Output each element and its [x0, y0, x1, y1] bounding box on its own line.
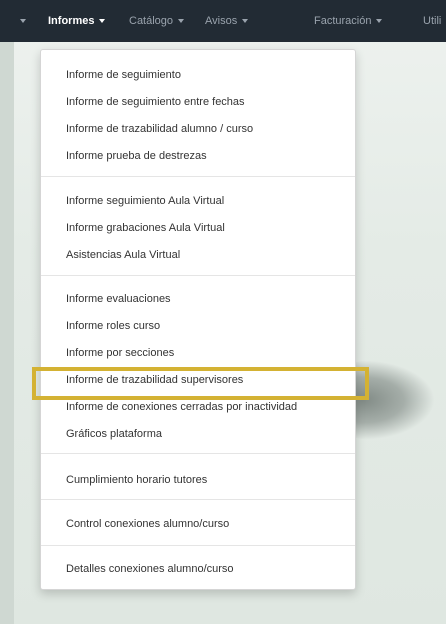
nav-caret-left[interactable] [20, 0, 26, 42]
menu-item-graficos-plataforma[interactable]: Gráficos plataforma [66, 427, 162, 441]
menu-item-informe-grabaciones-aula-virtual[interactable]: Informe grabaciones Aula Virtual [66, 221, 225, 235]
chevron-down-icon [376, 19, 383, 23]
nav-item-utilidades[interactable]: Utili [423, 0, 441, 42]
nav-item-label: Facturación [314, 15, 372, 27]
nav-item-catalogo[interactable]: Catálogo [129, 0, 185, 42]
menu-item-informe-por-secciones[interactable]: Informe por secciones [66, 346, 174, 360]
menu-divider [41, 545, 355, 546]
nav-item-label: Informes [48, 15, 95, 27]
menu-item-cumplimiento-horario-tutores[interactable]: Cumplimiento horario tutores [66, 473, 207, 487]
menu-item-control-conexiones[interactable]: Control conexiones alumno/curso [66, 517, 229, 531]
menu-divider [41, 275, 355, 276]
menu-item-informe-roles-curso[interactable]: Informe roles curso [66, 319, 160, 333]
menu-item-informe-seguimiento[interactable]: Informe de seguimiento [66, 68, 181, 82]
menu-divider [41, 453, 355, 454]
chevron-down-icon [178, 19, 185, 23]
chevron-down-icon [20, 19, 26, 23]
nav-item-label: Utili [423, 15, 442, 27]
menu-item-informe-prueba-destrezas[interactable]: Informe prueba de destrezas [66, 149, 207, 163]
menu-item-asistencias-aula-virtual[interactable]: Asistencias Aula Virtual [66, 248, 180, 262]
nav-item-facturacion[interactable]: Facturación [314, 0, 383, 42]
menu-item-informe-trazabilidad-alumno-curso[interactable]: Informe de trazabilidad alumno / curso [66, 122, 253, 136]
chevron-down-icon [242, 19, 249, 23]
nav-item-informes[interactable]: Informes [48, 0, 106, 42]
menu-divider [41, 176, 355, 177]
nav-item-label: Catálogo [129, 15, 174, 27]
menu-item-informe-seguimiento-aula-virtual[interactable]: Informe seguimiento Aula Virtual [66, 194, 224, 208]
chevron-down-icon [99, 19, 106, 23]
informes-dropdown-menu: Informe de seguimiento Informe de seguim… [40, 49, 356, 590]
menu-item-detalles-conexiones[interactable]: Detalles conexiones alumno/curso [66, 562, 234, 576]
highlight-box [32, 367, 369, 400]
nav-item-avisos[interactable]: Avisos [205, 0, 249, 42]
menu-item-informe-seguimiento-fechas[interactable]: Informe de seguimiento entre fechas [66, 95, 245, 109]
menu-item-informe-conexiones-cerradas[interactable]: Informe de conexiones cerradas por inact… [66, 400, 297, 414]
menu-item-informe-evaluaciones[interactable]: Informe evaluaciones [66, 292, 171, 306]
menu-divider [41, 499, 355, 500]
background-left-strip [0, 0, 14, 624]
nav-item-label: Avisos [205, 15, 238, 27]
top-navbar: Informes Catálogo Avisos Facturación Uti… [0, 0, 446, 42]
